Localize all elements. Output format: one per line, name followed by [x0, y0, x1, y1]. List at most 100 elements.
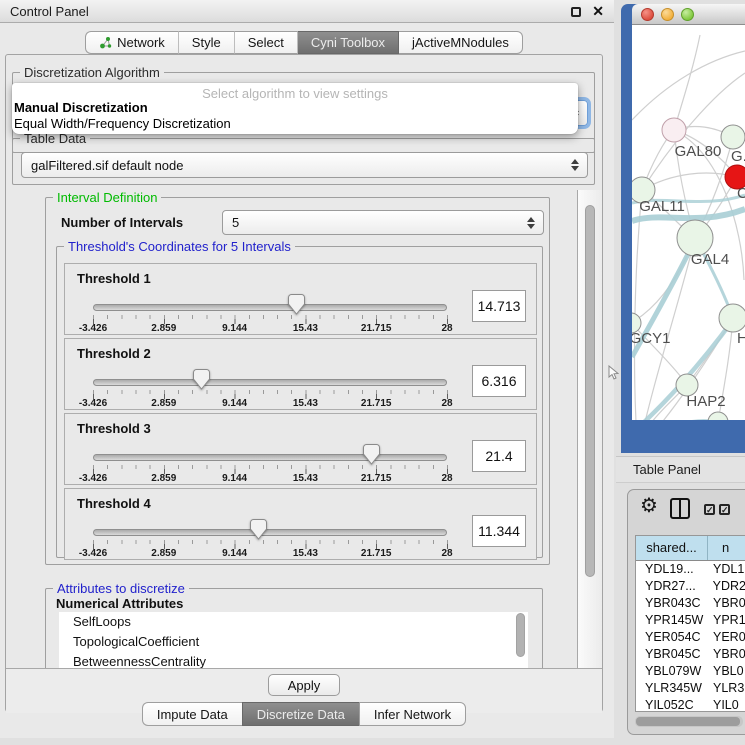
tab-style[interactable]: Style: [179, 31, 235, 54]
thresholds-coordinates-group-title: Threshold's Coordinates for 5 Intervals: [64, 239, 295, 254]
table-panel-title: Table Panel: [633, 462, 701, 477]
split-columns-icon[interactable]: [670, 498, 690, 519]
threshold-4-panel: Threshold 4 -3.426 2.859 9.144 15.43: [64, 488, 537, 560]
threshold-2-slider-handle[interactable]: [193, 369, 210, 390]
threshold-3-label: Threshold 3: [77, 421, 151, 436]
numerical-attributes-label: Numerical Attributes: [56, 596, 183, 611]
panel-scrollbar-thumb[interactable]: [585, 205, 595, 577]
threshold-4-slider-handle[interactable]: [250, 519, 267, 540]
table-row[interactable]: YIL052CYIL0: [636, 697, 745, 712]
number-of-intervals-label: Number of Intervals: [61, 215, 183, 230]
threshold-4-scale: -3.426 2.859 9.144 15.43 21.715 28: [93, 548, 447, 561]
list-item[interactable]: TopologicalCoefficient: [59, 632, 528, 652]
column-header-name[interactable]: n: [708, 536, 745, 560]
table-horizontal-scrollbar[interactable]: [635, 716, 743, 727]
discretization-algorithm-group-title: Discretization Algorithm: [20, 65, 164, 80]
panel-scrollbar-track[interactable]: [577, 190, 602, 668]
node-label-hap2: HAP2: [686, 393, 725, 410]
threshold-3-value-field[interactable]: 21.4: [472, 440, 526, 472]
tab-select[interactable]: Select: [235, 31, 298, 54]
tab-discretize-data[interactable]: Discretize Data: [242, 702, 359, 726]
table-row[interactable]: YDR27...YDR2: [636, 578, 745, 595]
threshold-3-slider-track[interactable]: [93, 454, 447, 461]
node-table: shared... n YDL19...YDL1 YDR27...YDR2 YB…: [635, 535, 745, 712]
float-window-icon[interactable]: [571, 7, 581, 17]
node-label-h-partial: H: [737, 330, 745, 347]
node-label-gal4: GAL4: [691, 251, 729, 268]
table-row[interactable]: YPR145WYPR1: [636, 612, 745, 629]
threshold-1-panel: Threshold 1 -3.426 2.859 9.144 15.43: [64, 263, 537, 335]
tab-jactivemnodules[interactable]: jActiveMNodules: [399, 31, 523, 54]
table-panel-header: Table Panel: [616, 456, 745, 483]
tab-impute-data[interactable]: Impute Data: [142, 702, 242, 726]
node-label-gal11: GAL11: [639, 198, 685, 215]
attributes-list-scrollbar[interactable]: [516, 613, 525, 657]
network-tab-icon: [99, 36, 112, 49]
tab-cyni-toolbox[interactable]: Cyni Toolbox: [298, 31, 399, 54]
attributes-group-title: Attributes to discretize: [53, 581, 189, 596]
gear-icon[interactable]: ⚙: [640, 496, 658, 516]
mouse-cursor: [608, 365, 619, 380]
control-panel-title: Control Panel: [10, 4, 89, 19]
checkbox-icon[interactable]: ✓: [704, 504, 715, 515]
screen: Control Panel ✕ Network Style Select Cyn…: [0, 0, 745, 745]
network-node-gal80[interactable]: [662, 118, 686, 142]
threshold-2-slider-track[interactable]: [93, 379, 447, 386]
table-row[interactable]: YBL079WYBL0: [636, 663, 745, 680]
algorithm-popup-prompt: Select algorithm to view settings: [12, 83, 578, 100]
threshold-4-slider-track[interactable]: [93, 529, 447, 536]
bottom-tab-bar: Impute Data Discretize Data Infer Networ…: [0, 702, 608, 726]
network-view-window: GAL80 G. C GAL11 GAL4 GCY1 H HAP2: [621, 4, 745, 453]
table-horizontal-scrollbar-thumb[interactable]: [636, 717, 740, 726]
threshold-2-value-field[interactable]: 6.316: [472, 365, 526, 397]
number-of-intervals-spinner[interactable]: 5: [222, 210, 544, 235]
network-node-right-top[interactable]: [721, 125, 745, 149]
node-label-g-partial: G.: [731, 148, 745, 165]
table-data-combobox[interactable]: galFiltered.sif default node: [21, 152, 588, 178]
network-canvas[interactable]: GAL80 G. C GAL11 GAL4 GCY1 H HAP2: [632, 25, 745, 420]
threshold-3-slider-handle[interactable]: [363, 444, 380, 465]
settings-scroll-viewport: Interval Definition Number of Intervals …: [6, 190, 578, 668]
threshold-1-slider-track[interactable]: [93, 304, 447, 311]
node-label-gcy1: GCY1: [632, 330, 670, 347]
threshold-3-scale: -3.426 2.859 9.144 15.43 21.715 28: [93, 473, 447, 486]
network-node-bottom[interactable]: [708, 412, 728, 420]
close-icon[interactable]: ✕: [592, 3, 604, 20]
zoom-traffic-light[interactable]: [681, 8, 694, 21]
thresholds-coordinates-group: Threshold's Coordinates for 5 Intervals …: [56, 246, 543, 558]
list-item[interactable]: SelfLoops: [59, 612, 528, 632]
tab-network[interactable]: Network: [85, 31, 179, 54]
interval-definition-group-title: Interval Definition: [53, 190, 161, 205]
threshold-2-panel: Threshold 2 -3.426 2.859 9.144 15.43: [64, 338, 537, 410]
threshold-1-slider-handle[interactable]: [288, 294, 305, 315]
table-panel-window: ⚙ ✓ ✓ shared... n YDL19...YDL1 YDR27...Y…: [627, 489, 745, 735]
network-node-right-mid[interactable]: [719, 304, 745, 332]
threshold-1-scale: -3.426 2.859 9.144 15.43 21.715 28: [93, 323, 447, 336]
algorithm-option-manual[interactable]: Manual Discretization: [12, 100, 578, 116]
tab-infer-network[interactable]: Infer Network: [359, 702, 466, 726]
minimize-traffic-light[interactable]: [661, 8, 674, 21]
table-row[interactable]: YLR345WYLR3: [636, 680, 745, 697]
table-row[interactable]: YBR045CYBR0: [636, 646, 745, 663]
threshold-4-value-field[interactable]: 11.344: [472, 515, 526, 547]
network-window-titlebar: [632, 4, 745, 25]
control-panel-window: Control Panel ✕ Network Style Select Cyn…: [0, 0, 614, 738]
table-data-group: Table Data galFiltered.sif default node: [12, 138, 595, 185]
table-row[interactable]: YDL19...YDL1: [636, 561, 745, 578]
table-row[interactable]: YBR043CYBR0: [636, 595, 745, 612]
threshold-1-label: Threshold 1: [77, 271, 151, 286]
close-traffic-light[interactable]: [641, 8, 654, 21]
spinner-arrows-icon[interactable]: [527, 217, 535, 229]
checkbox-icon[interactable]: ✓: [719, 504, 730, 515]
algorithm-dropdown-popup: Select algorithm to view settings Manual…: [12, 83, 578, 134]
threshold-3-panel: Threshold 3 -3.426 2.859 9.144 15.43: [64, 413, 537, 485]
attributes-group: Attributes to discretize Numerical Attri…: [45, 588, 543, 668]
table-row[interactable]: YER054CYER0: [636, 629, 745, 646]
list-item[interactable]: BetweennessCentrality: [59, 652, 528, 668]
algorithm-option-equal-width[interactable]: Equal Width/Frequency Discretization: [12, 116, 578, 132]
node-label-c-partial: C: [737, 185, 745, 202]
number-of-intervals-value: 5: [232, 215, 239, 230]
apply-button[interactable]: Apply: [268, 674, 340, 696]
threshold-1-value-field[interactable]: 14.713: [472, 290, 526, 322]
column-header-shared[interactable]: shared...: [636, 536, 708, 560]
